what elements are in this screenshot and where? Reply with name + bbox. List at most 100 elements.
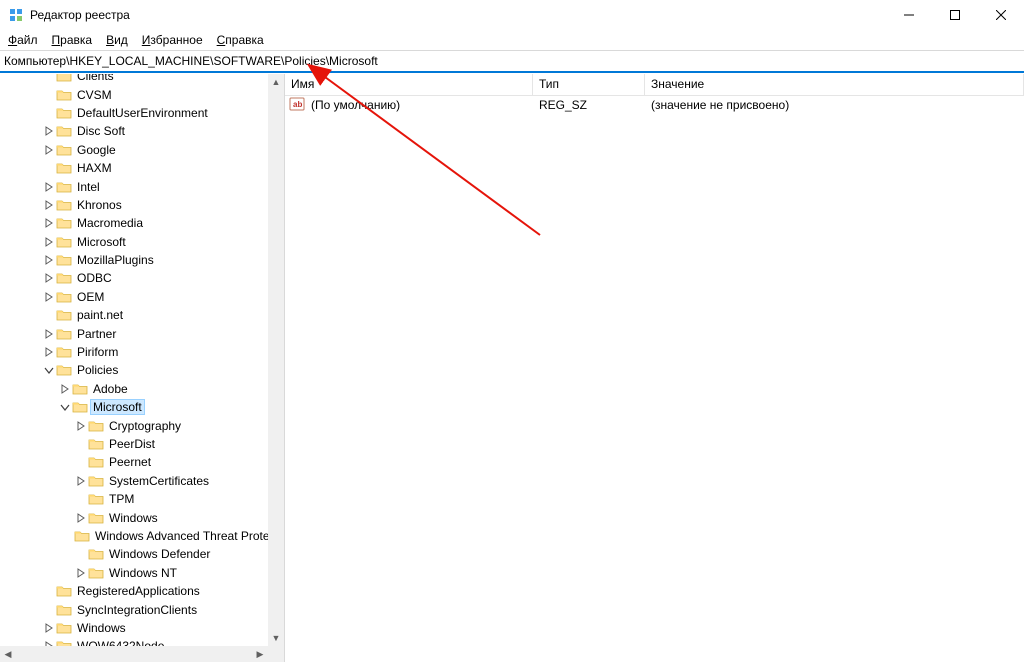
tree-node[interactable]: Windows NT bbox=[0, 564, 268, 582]
tree-node-label: Windows bbox=[74, 620, 129, 636]
tree-node[interactable]: TPM bbox=[0, 490, 268, 508]
scroll-down-icon[interactable]: ▼ bbox=[268, 630, 284, 646]
tree-node-label: Google bbox=[74, 142, 119, 158]
expand-icon[interactable] bbox=[58, 384, 72, 394]
expand-icon[interactable] bbox=[42, 292, 56, 302]
tree-node-label: paint.net bbox=[74, 307, 126, 323]
folder-icon bbox=[56, 362, 72, 378]
tree-node[interactable]: Windows Defender bbox=[0, 545, 268, 563]
folder-icon bbox=[88, 418, 104, 434]
address-bar[interactable]: Компьютер\HKEY_LOCAL_MACHINE\SOFTWARE\Po… bbox=[0, 50, 1024, 72]
tree-node[interactable]: Peernet bbox=[0, 453, 268, 471]
tree-node[interactable]: HAXM bbox=[0, 159, 268, 177]
tree-node[interactable]: WOW6432Node bbox=[0, 637, 268, 646]
expand-icon[interactable] bbox=[74, 513, 88, 523]
expand-icon[interactable] bbox=[42, 623, 56, 633]
tree-node[interactable]: Adobe bbox=[0, 380, 268, 398]
folder-icon bbox=[56, 270, 72, 286]
column-value[interactable]: Значение bbox=[645, 74, 1024, 95]
expand-icon[interactable] bbox=[42, 347, 56, 357]
tree-horizontal-scrollbar[interactable]: ◀ ▶ bbox=[0, 646, 268, 662]
folder-icon bbox=[56, 620, 72, 636]
expand-icon[interactable] bbox=[42, 200, 56, 210]
column-type[interactable]: Тип bbox=[533, 74, 645, 95]
menu-file[interactable]: Файл bbox=[8, 33, 38, 47]
tree-node-label: Windows bbox=[106, 510, 161, 526]
tree-node[interactable]: Microsoft bbox=[0, 233, 268, 251]
column-name[interactable]: Имя bbox=[285, 74, 533, 95]
tree-node[interactable]: Windows bbox=[0, 619, 268, 637]
tree-node[interactable]: Disc Soft bbox=[0, 122, 268, 140]
expand-icon[interactable] bbox=[74, 421, 88, 431]
folder-icon bbox=[74, 528, 90, 544]
expand-icon[interactable] bbox=[42, 329, 56, 339]
registry-tree[interactable]: ClientsCVSM DefaultUserEnvironmentDisc So… bbox=[0, 74, 268, 646]
tree-node[interactable]: Cryptography bbox=[0, 416, 268, 434]
close-button[interactable] bbox=[978, 0, 1024, 30]
tree-node-label: HAXM bbox=[74, 160, 115, 176]
window-title: Редактор реестра bbox=[30, 8, 130, 22]
address-path: Компьютер\HKEY_LOCAL_MACHINE\SOFTWARE\Po… bbox=[4, 54, 378, 68]
folder-icon bbox=[56, 344, 72, 360]
expand-icon[interactable] bbox=[42, 182, 56, 192]
tree-node[interactable]: Intel bbox=[0, 177, 268, 195]
menu-edit[interactable]: Правка bbox=[52, 33, 93, 47]
tree-node[interactable]: Macromedia bbox=[0, 214, 268, 232]
tree-node[interactable]: PeerDist bbox=[0, 435, 268, 453]
collapse-icon[interactable] bbox=[58, 402, 72, 412]
tree-node[interactable]: paint.net bbox=[0, 306, 268, 324]
minimize-button[interactable] bbox=[886, 0, 932, 30]
folder-icon bbox=[88, 473, 104, 489]
tree-node[interactable]: MozillaPlugins bbox=[0, 251, 268, 269]
tree-node[interactable]: Windows bbox=[0, 508, 268, 526]
tree-node[interactable]: SyncIntegrationClients bbox=[0, 600, 268, 618]
collapse-icon[interactable] bbox=[42, 365, 56, 375]
tree-node[interactable]: Piriform bbox=[0, 343, 268, 361]
tree-node-label: PeerDist bbox=[106, 436, 158, 452]
tree-node-label: Adobe bbox=[90, 381, 131, 397]
expand-icon[interactable] bbox=[42, 126, 56, 136]
tree-node-label: Microsoft bbox=[90, 399, 145, 415]
expand-icon[interactable] bbox=[42, 218, 56, 228]
scroll-right-icon[interactable]: ▶ bbox=[252, 646, 268, 662]
tree-node-label: Partner bbox=[74, 326, 119, 342]
maximize-button[interactable] bbox=[932, 0, 978, 30]
value-row[interactable]: ab (По умолчанию) REG_SZ (значение не пр… bbox=[285, 96, 1024, 114]
tree-node[interactable]: SystemCertificates bbox=[0, 472, 268, 490]
scrollbar-corner bbox=[268, 646, 284, 662]
folder-icon bbox=[56, 215, 72, 231]
tree-node[interactable]: CVSM bbox=[0, 85, 268, 103]
folder-icon bbox=[56, 142, 72, 158]
tree-node[interactable]: Policies bbox=[0, 361, 268, 379]
tree-node[interactable]: Windows Advanced Threat Protection bbox=[0, 527, 268, 545]
expand-icon[interactable] bbox=[42, 145, 56, 155]
expand-icon[interactable] bbox=[42, 237, 56, 247]
menu-view[interactable]: Вид bbox=[106, 33, 128, 47]
tree-vertical-scrollbar[interactable]: ▲ ▼ bbox=[268, 74, 284, 646]
tree-node[interactable]: Partner bbox=[0, 324, 268, 342]
tree-node[interactable]: OEM bbox=[0, 288, 268, 306]
tree-node[interactable]: DefaultUserEnvironment bbox=[0, 104, 268, 122]
menu-favorites[interactable]: Избранное bbox=[142, 33, 203, 47]
tree-node[interactable]: Khronos bbox=[0, 196, 268, 214]
tree-node-label: DefaultUserEnvironment bbox=[74, 105, 211, 121]
folder-icon bbox=[56, 179, 72, 195]
tree-node[interactable]: RegisteredApplications bbox=[0, 582, 268, 600]
tree-node[interactable]: Google bbox=[0, 141, 268, 159]
folder-icon bbox=[88, 491, 104, 507]
scroll-up-icon[interactable]: ▲ bbox=[268, 74, 284, 90]
tree-node-label: MozillaPlugins bbox=[74, 252, 157, 268]
scroll-left-icon[interactable]: ◀ bbox=[0, 646, 16, 662]
tree-node[interactable]: Microsoft bbox=[0, 398, 268, 416]
folder-icon bbox=[88, 565, 104, 581]
expand-icon[interactable] bbox=[74, 568, 88, 578]
expand-icon[interactable] bbox=[74, 476, 88, 486]
expand-icon[interactable] bbox=[42, 273, 56, 283]
tree-node[interactable]: Clients bbox=[0, 74, 268, 85]
expand-icon[interactable] bbox=[42, 255, 56, 265]
menu-help[interactable]: Справка bbox=[217, 33, 264, 47]
tree-node[interactable]: ODBC bbox=[0, 269, 268, 287]
cell-value: (значение не присвоено) bbox=[647, 98, 793, 112]
folder-icon bbox=[56, 123, 72, 139]
tree-node-label: RegisteredApplications bbox=[74, 583, 203, 599]
